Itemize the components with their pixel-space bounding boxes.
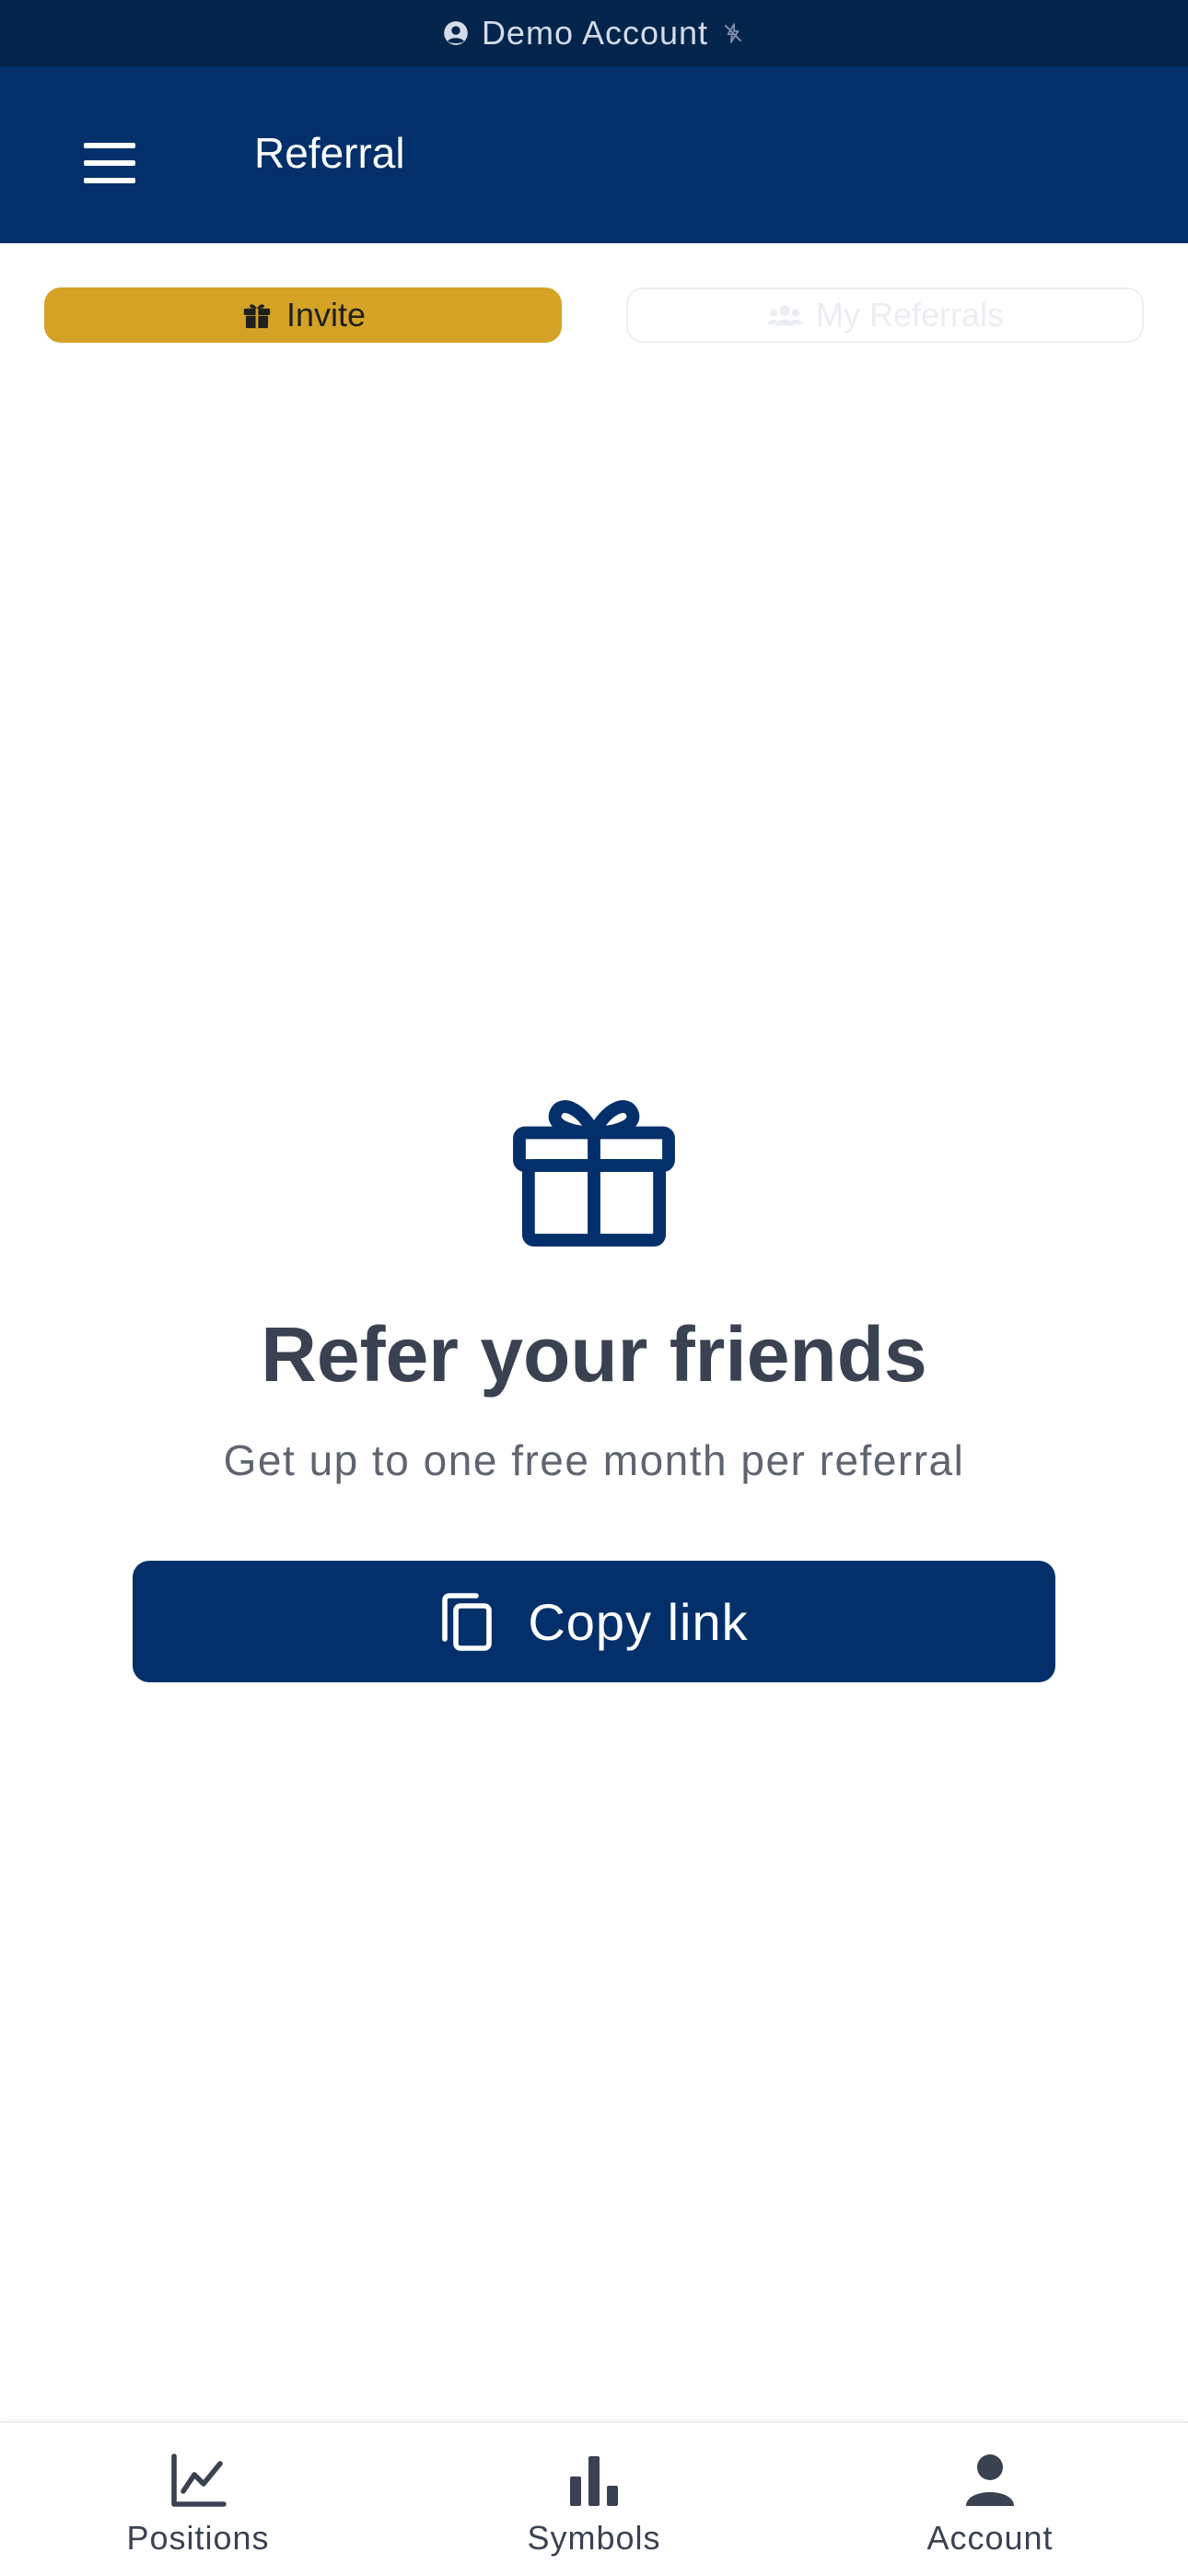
tab-my-referrals[interactable]: My Referrals — [626, 287, 1144, 343]
nav-symbols-label: Symbols — [527, 2519, 661, 2557]
copy-link-button[interactable]: Copy link — [133, 1561, 1055, 1682]
copy-icon — [442, 1593, 493, 1651]
line-chart-icon — [171, 2453, 227, 2507]
page-title: Referral — [254, 129, 405, 177]
menu-button[interactable] — [70, 123, 149, 203]
bar-chart-icon — [570, 2456, 618, 2506]
nav-symbols[interactable]: Symbols — [396, 2423, 792, 2576]
demo-account-banner: Demo Account — [0, 0, 1188, 66]
hero-subtitle: Get up to one free month per referral — [223, 1436, 965, 1484]
tab-invite-label: Invite — [285, 296, 367, 334]
hero-title: Refer your friends — [261, 1311, 927, 1398]
nav-account-label: Account — [926, 2519, 1054, 2557]
tab-invite[interactable]: Invite — [44, 287, 562, 343]
referral-screen: Demo Account Referral Invite My Referral… — [0, 0, 1188, 2576]
gift-icon — [243, 304, 271, 329]
users-icon — [767, 305, 802, 326]
demo-account-label: Demo Account — [481, 14, 709, 52]
tab-my-referrals-label: My Referrals — [815, 296, 1005, 334]
nav-account[interactable]: Account — [792, 2423, 1188, 2576]
copy-link-label: Copy link — [528, 1592, 749, 1651]
person-icon — [966, 2454, 1014, 2506]
nav-positions-label: Positions — [126, 2519, 270, 2557]
hamburger-menu-icon — [84, 143, 135, 183]
bolt-off-icon — [724, 23, 742, 43]
bottom-navigation: Positions Symbols Account — [0, 2421, 1188, 2576]
user-circle-icon — [444, 21, 468, 45]
nav-positions[interactable]: Positions — [0, 2423, 396, 2576]
app-bar: Referral — [0, 66, 1188, 243]
gift-icon — [513, 1100, 675, 1247]
